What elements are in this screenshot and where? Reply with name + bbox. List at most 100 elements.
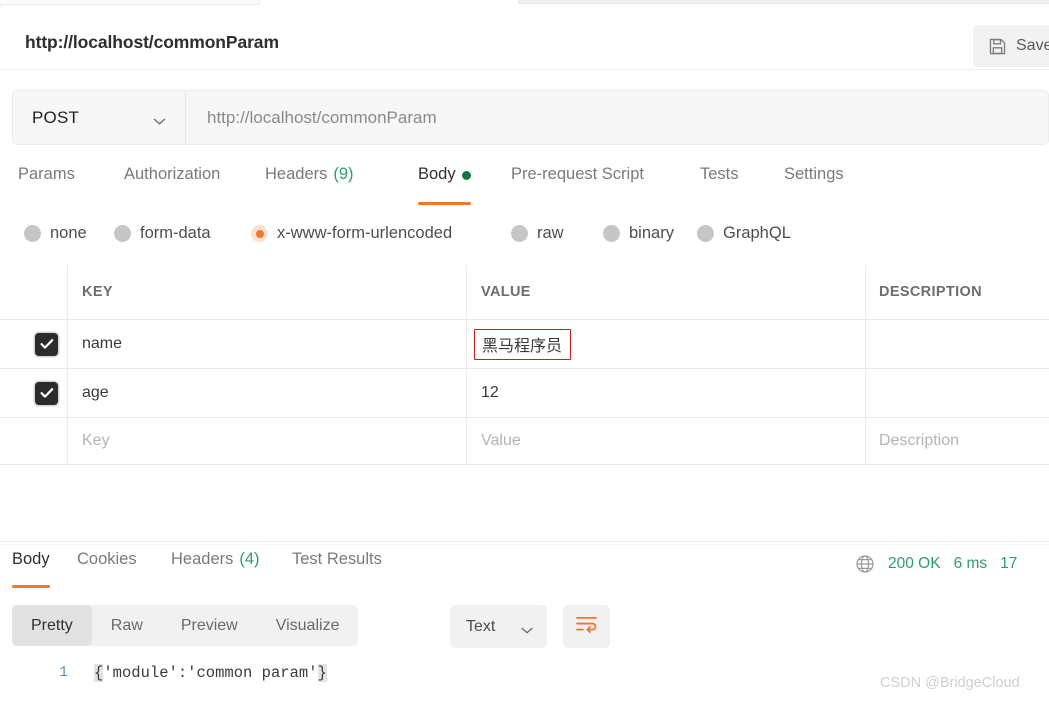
- checkbox-checked-icon[interactable]: [35, 381, 58, 405]
- save-button-label: Save: [1016, 37, 1049, 54]
- method-label: POST: [32, 107, 80, 127]
- row-value-cell[interactable]: 12: [467, 369, 866, 417]
- tab-strip-segment-right: [518, 0, 1049, 4]
- format-selector[interactable]: Text: [450, 605, 547, 648]
- body-modified-dot-icon: [461, 171, 471, 180]
- request-tab-headers[interactable]: Headers (9): [265, 165, 354, 203]
- save-button[interactable]: Save: [973, 25, 1049, 67]
- floppy-disk-icon: [988, 37, 1007, 56]
- request-tab-body[interactable]: Body: [418, 165, 471, 205]
- request-tab-settings[interactable]: Settings: [784, 165, 844, 203]
- radio-unselected-icon[interactable]: [24, 225, 41, 242]
- request-tab-label: Authorization: [124, 165, 221, 183]
- radio-unselected-icon[interactable]: [603, 225, 620, 242]
- request-tab-label: Tests: [700, 165, 739, 183]
- panel-divider-shadow: [0, 544, 1049, 545]
- request-tab-pre-request-script[interactable]: Pre-request Script: [511, 165, 644, 203]
- view-mode-visualize[interactable]: Visualize: [257, 605, 359, 646]
- body-type-x-www-form-urlencoded[interactable]: x-www-form-urlencoded: [251, 224, 452, 243]
- radio-selected-icon[interactable]: [251, 225, 268, 242]
- request-tab-label: Body: [418, 165, 456, 183]
- body-type-label: none: [50, 224, 87, 242]
- view-mode-raw[interactable]: Raw: [92, 605, 162, 646]
- tab-strip-segment-left: [0, 0, 260, 5]
- header-cell-description: DESCRIPTION: [866, 265, 1049, 319]
- value-highlight-box: 黑马程序员: [474, 328, 572, 360]
- row-value-cell[interactable]: 黑马程序员: [467, 320, 866, 368]
- placeholder-value-text: Value: [481, 432, 521, 449]
- view-mode-label: Pretty: [31, 616, 73, 634]
- column-header-key: KEY: [82, 284, 113, 300]
- brace-match-highlight: }: [317, 664, 327, 682]
- body-type-label: x-www-form-urlencoded: [277, 224, 453, 242]
- view-mode-pretty[interactable]: Pretty: [12, 605, 92, 646]
- row-key-cell[interactable]: name: [68, 320, 467, 368]
- checkbox-checked-icon[interactable]: [35, 332, 58, 356]
- body-type-raw[interactable]: raw: [511, 224, 564, 243]
- watermark: CSDN @BridgeCloud: [880, 675, 1020, 691]
- response-tab-test-results[interactable]: Test Results: [292, 550, 382, 586]
- body-type-form-data[interactable]: form-data: [114, 224, 211, 243]
- request-tabs: Params Authorization Headers (9) Body Pre-req…: [0, 165, 1049, 205]
- response-tab-cookies[interactable]: Cookies: [77, 550, 137, 586]
- method-selector[interactable]: POST: [13, 91, 186, 144]
- url-input[interactable]: http://localhost/commonParam: [186, 91, 1048, 144]
- header-cell-key: KEY: [68, 265, 467, 319]
- row-checkbox-cell[interactable]: [0, 320, 68, 368]
- response-tab-headers[interactable]: Headers (4): [171, 550, 260, 586]
- table-row[interactable]: age 12: [0, 369, 1049, 418]
- request-tab-authorization[interactable]: Authorization: [124, 165, 220, 203]
- request-tab-label: Headers: [265, 165, 328, 183]
- view-mode-group: Pretty Raw Preview Visualize: [12, 605, 359, 646]
- placeholder-checkbox-cell[interactable]: [0, 418, 68, 464]
- placeholder-key-cell[interactable]: Key: [68, 418, 467, 464]
- radio-unselected-icon[interactable]: [697, 225, 714, 242]
- page-title: http://localhost/commonParam: [25, 32, 279, 52]
- response-viewer-toolbar: Pretty Raw Preview Visualize Text: [0, 601, 1049, 649]
- row-key-cell[interactable]: age: [68, 369, 467, 417]
- placeholder-description-cell[interactable]: Description: [866, 418, 1049, 464]
- body-type-binary[interactable]: binary: [603, 224, 674, 243]
- body-type-label: binary: [629, 224, 674, 242]
- placeholder-value-cell[interactable]: Value: [467, 418, 866, 464]
- view-mode-label: Visualize: [275, 616, 340, 634]
- row-value-text: 黑马程序员: [482, 337, 563, 355]
- table-placeholder-row[interactable]: Key Value Description: [0, 418, 1049, 465]
- request-tab-label: Params: [18, 165, 75, 183]
- radio-unselected-icon[interactable]: [511, 225, 528, 242]
- tab-strip-remnant: [0, 0, 1049, 7]
- view-mode-label: Preview: [180, 616, 238, 634]
- chevron-down-icon: [152, 113, 167, 125]
- body-type-graphql[interactable]: GraphQL: [697, 224, 791, 243]
- placeholder-description-text: Description: [879, 432, 960, 449]
- response-size: 17: [1000, 555, 1018, 572]
- body-type-label: GraphQL: [723, 224, 791, 242]
- request-tab-tests[interactable]: Tests: [700, 165, 739, 203]
- header-cell-value: VALUE: [467, 265, 866, 319]
- row-description-cell[interactable]: [866, 369, 1049, 417]
- panel-divider[interactable]: [0, 541, 1049, 542]
- request-tab-params[interactable]: Params: [18, 165, 75, 203]
- url-bar: POST http://localhost/commonParam: [12, 90, 1049, 145]
- response-body-text[interactable]: {'module':'common param'}: [94, 664, 327, 682]
- wrap-text-button[interactable]: [563, 605, 610, 648]
- body-type-label: raw: [537, 224, 564, 242]
- row-value-text: 12: [481, 384, 499, 401]
- response-tab-count: (4): [239, 550, 260, 568]
- row-description-cell[interactable]: [866, 320, 1049, 368]
- table-row[interactable]: name 黑马程序员: [0, 320, 1049, 369]
- header-cell-checkbox: [0, 265, 68, 319]
- response-status-bar: 200 OK 6 ms 17: [855, 554, 1017, 574]
- response-tab-label: Cookies: [77, 550, 137, 568]
- radio-unselected-icon[interactable]: [114, 225, 131, 242]
- response-tab-body[interactable]: Body: [12, 550, 50, 588]
- row-checkbox-cell[interactable]: [0, 369, 68, 417]
- body-type-none[interactable]: none: [24, 224, 87, 243]
- params-table: KEY VALUE DESCRIPTION name 黑马程序员 age 12 …: [0, 265, 1049, 465]
- request-tab-label: Settings: [784, 165, 844, 183]
- postman-request-window: http://localhost/commonParam Save POST h…: [0, 0, 1049, 703]
- request-title-bar: http://localhost/commonParam Save: [0, 7, 1049, 70]
- chevron-down-icon: [520, 622, 535, 634]
- view-mode-preview[interactable]: Preview: [162, 605, 257, 646]
- response-time: 6 ms: [953, 555, 988, 572]
